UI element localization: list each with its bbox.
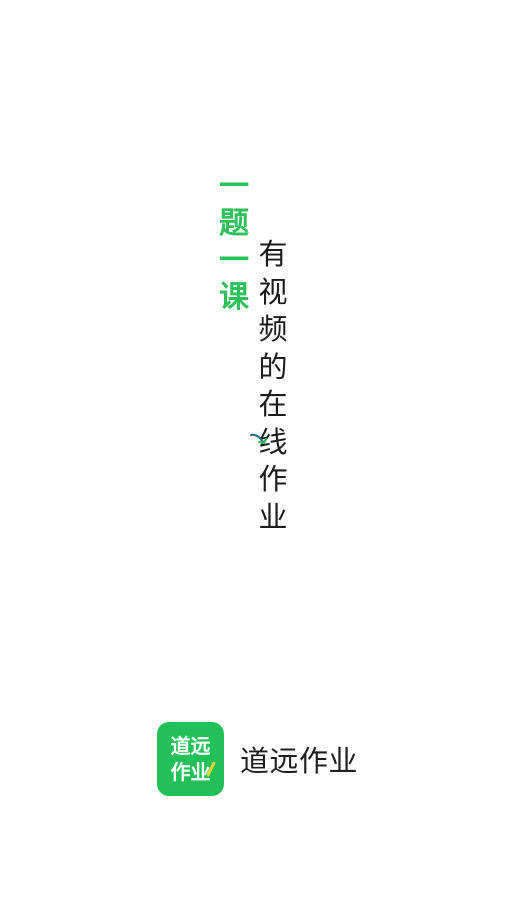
slogan-primary-char: 一: [219, 169, 249, 204]
squiggle-decoration-icon: [249, 433, 267, 445]
app-logo-text-line1: 道远: [170, 734, 211, 758]
slogan-secondary-char: 有: [258, 237, 288, 271]
brand-lockup: 道远 作业 道远作业: [157, 722, 358, 796]
slogan-secondary-char: 在: [258, 387, 288, 421]
slogan-secondary-char: 的: [258, 349, 288, 384]
slogan-secondary-char: 作: [258, 462, 288, 496]
slogan-secondary: 有 视 频 的 在 线 作 业: [255, 236, 291, 536]
slogan-primary-char: 一: [219, 243, 249, 278]
app-logo-icon: 道远 作业: [157, 722, 224, 796]
slogan-secondary-char: 业: [258, 499, 288, 534]
slogan-primary-char: 课: [219, 280, 249, 315]
splash-screen: 一 题 一 课 有 视 频 的 在 线 作 业 道远 作业 道远作业: [0, 0, 506, 900]
slogan-primary: 一 题 一 课: [216, 168, 252, 316]
slogan-secondary-char: 视: [258, 274, 288, 309]
slogan-secondary-char: 频: [258, 312, 288, 346]
slogan-primary-char: 题: [219, 206, 249, 241]
pencil-icon: [206, 762, 216, 777]
app-name: 道远作业: [240, 744, 359, 778]
